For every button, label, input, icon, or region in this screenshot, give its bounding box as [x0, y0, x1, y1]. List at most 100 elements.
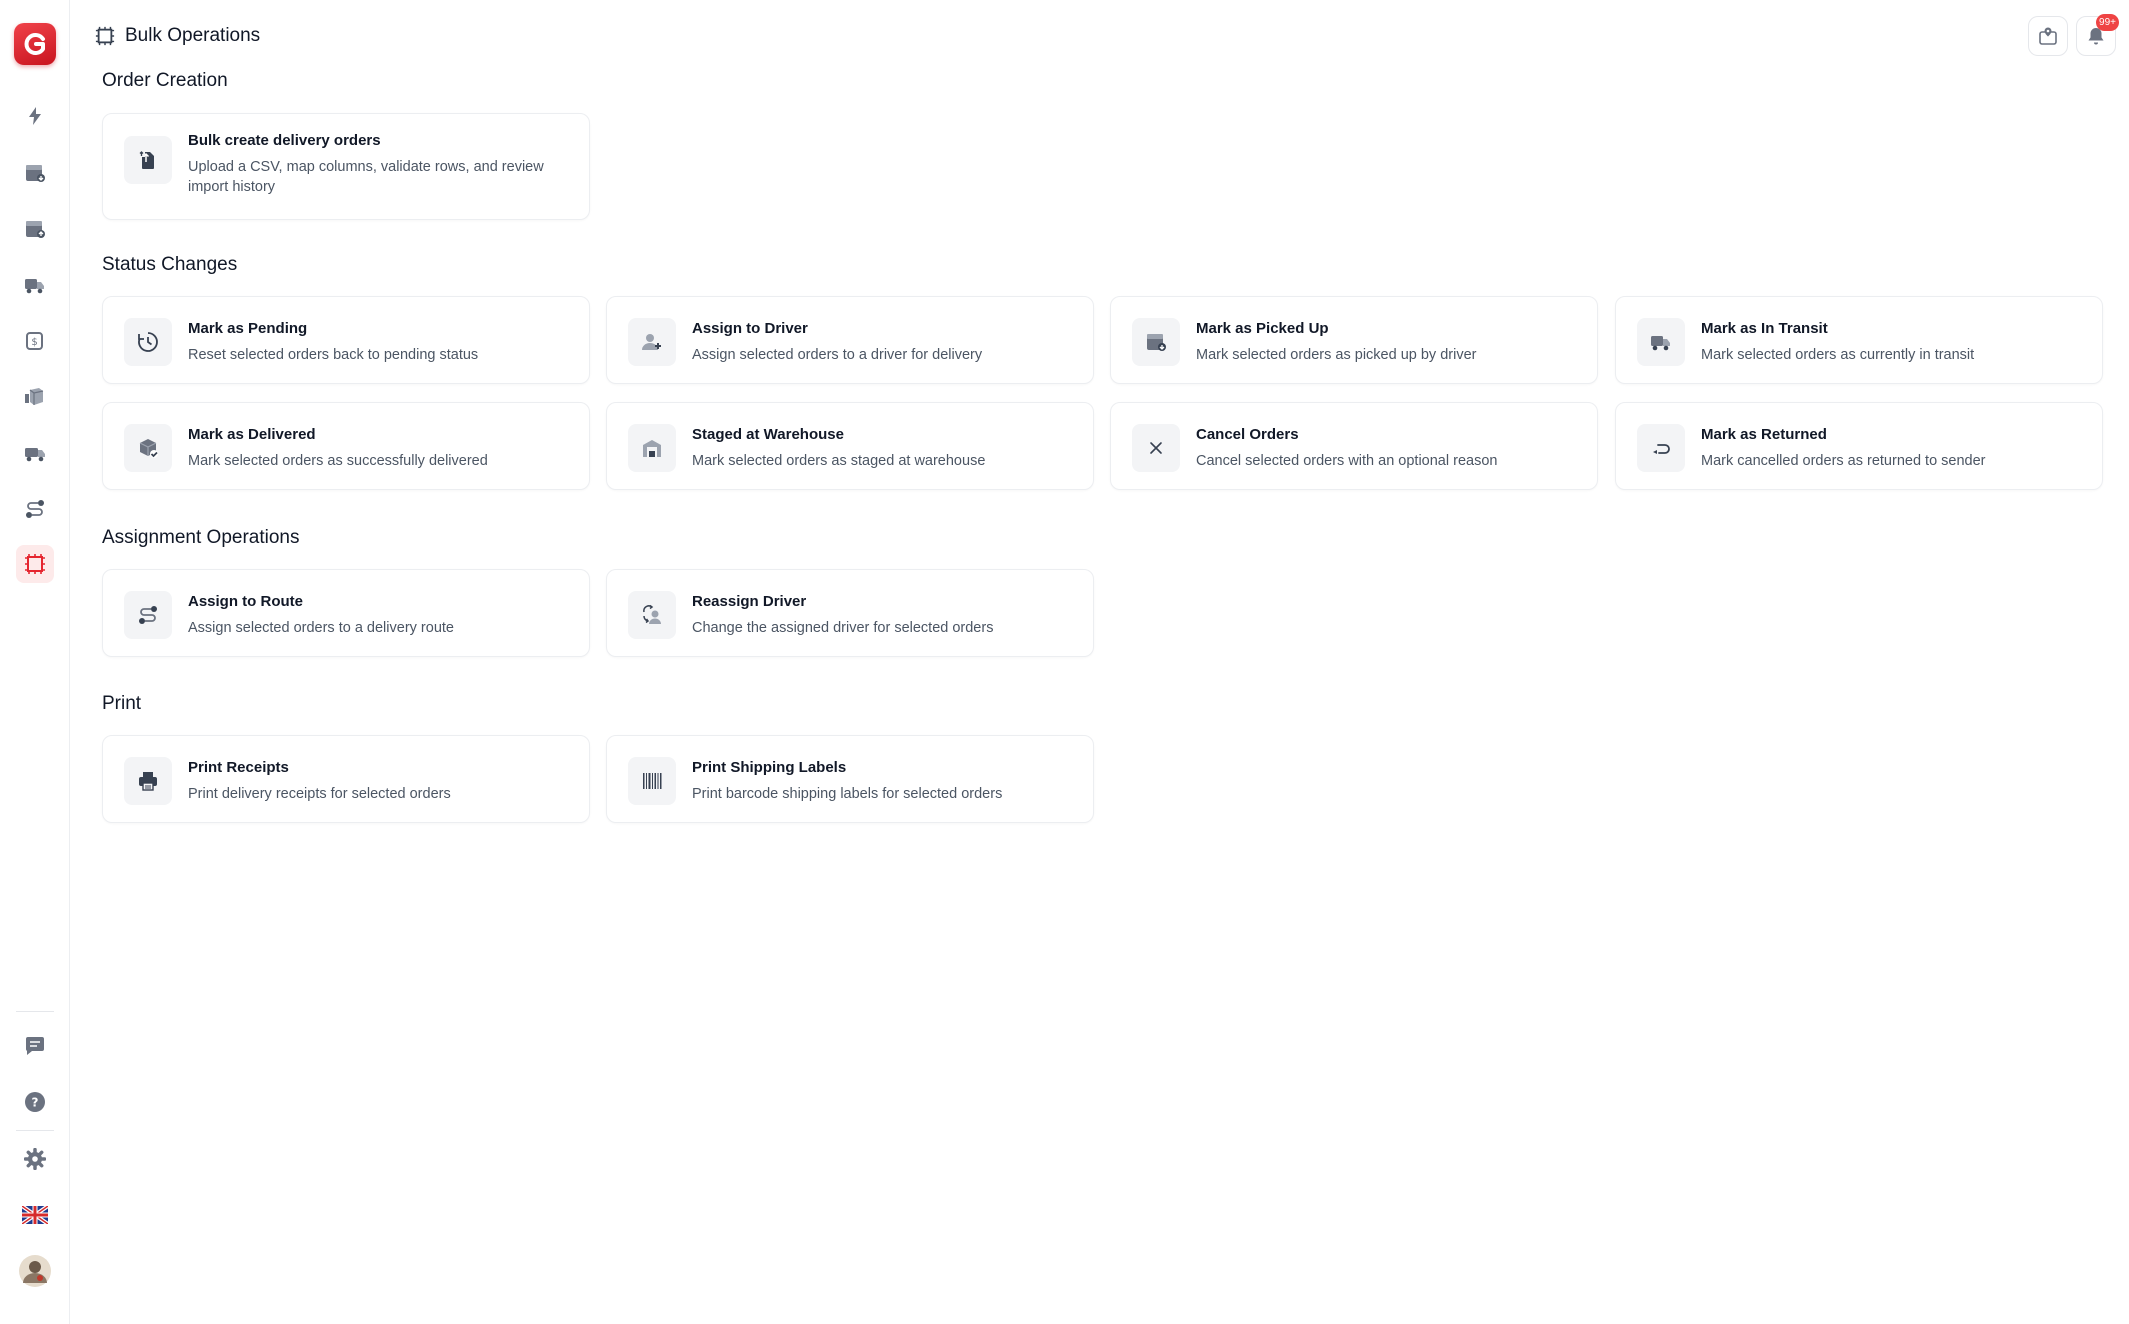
card-title: Mark as Delivered — [188, 426, 316, 443]
nav-fleet[interactable] — [16, 434, 54, 472]
notification-badge: 99+ — [2096, 14, 2119, 31]
card-mark-as-picked-up[interactable]: Mark as Picked Up Mark selected orders a… — [1110, 296, 1598, 384]
boxes-icon — [25, 388, 44, 405]
card-staged-at-warehouse[interactable]: Staged at Warehouse Mark selected orders… — [606, 402, 1094, 490]
card-icon — [628, 318, 676, 366]
card-description: Assign selected orders to a delivery rou… — [188, 620, 454, 636]
nav-lightning[interactable] — [16, 97, 54, 135]
nav-routes[interactable] — [16, 490, 54, 528]
clock-icon — [138, 332, 158, 352]
card-title: Mark as In Transit — [1701, 320, 1828, 337]
card-print-shipping-labels[interactable]: Print Shipping Labels Print barcode ship… — [606, 735, 1094, 823]
card-icon — [628, 591, 676, 639]
nav-chat[interactable] — [16, 1027, 54, 1065]
card-title: Assign to Route — [188, 593, 303, 610]
lightning-icon — [29, 107, 41, 125]
card-mark-as-returned[interactable]: Mark as Returned Mark cancelled orders a… — [1615, 402, 2103, 490]
close-icon — [1150, 442, 1162, 454]
package-pickup-icon — [1147, 334, 1166, 351]
card-icon — [1132, 424, 1180, 472]
section-title-order-creation: Order Creation — [102, 70, 228, 91]
card-title: Mark as Pending — [188, 320, 308, 337]
nav-shipments[interactable] — [16, 266, 54, 304]
route-icon — [26, 500, 44, 518]
section-title-assignment-operations: Assignment Operations — [102, 527, 300, 548]
help-icon: ? — [25, 1092, 45, 1112]
card-icon — [124, 424, 172, 472]
nav-inventory[interactable] — [16, 378, 54, 416]
sidebar-divider — [16, 1130, 54, 1131]
card-assign-to-driver[interactable]: Assign to Driver Assign selected orders … — [606, 296, 1094, 384]
card-icon — [628, 424, 676, 472]
card-assign-to-route[interactable]: Assign to Route Assign selected orders t… — [102, 569, 590, 657]
sidebar-divider — [16, 1011, 54, 1012]
card-description: Upload a CSV, map columns, validate rows… — [188, 159, 544, 195]
uk-flag-icon — [22, 1206, 48, 1224]
gear-icon — [24, 1148, 46, 1170]
card-print-receipts[interactable]: Print Receipts Print delivery receipts f… — [102, 735, 590, 823]
nav-outbound[interactable] — [16, 210, 54, 248]
card-description: Change the assigned driver for selected … — [692, 620, 994, 636]
page-title: Bulk Operations — [125, 25, 261, 46]
card-bulk-create-orders[interactable]: Bulk create delivery orders Upload a CSV… — [102, 113, 590, 220]
page-header: Bulk Operations — [95, 22, 260, 50]
card-reassign-driver[interactable]: Reassign Driver Change the assigned driv… — [606, 569, 1094, 657]
card-description: Print barcode shipping labels for select… — [692, 786, 1003, 802]
card-icon — [124, 591, 172, 639]
route-icon — [139, 606, 157, 624]
box-out-icon — [26, 221, 45, 238]
card-mark-as-delivered[interactable]: Mark as Delivered Mark selected orders a… — [102, 402, 590, 490]
card-mark-as-in-transit[interactable]: Mark as In Transit Mark selected orders … — [1615, 296, 2103, 384]
card-title: Mark as Returned — [1701, 426, 1827, 443]
user-plus-icon — [642, 334, 661, 350]
card-description: Mark selected orders as picked up by dri… — [1196, 347, 1477, 363]
bulk-operations-icon — [95, 26, 115, 46]
card-description: Mark selected orders as successfully del… — [188, 453, 488, 469]
card-description: Mark selected orders as currently in tra… — [1701, 347, 1975, 363]
card-icon — [124, 757, 172, 805]
user-swap-icon — [643, 604, 661, 624]
nav-inbound[interactable] — [16, 154, 54, 192]
section-title-print: Print — [102, 693, 142, 714]
upload-file-icon — [139, 151, 154, 169]
package-check-icon — [139, 439, 158, 458]
printer-icon — [139, 772, 157, 791]
truck-icon — [1651, 336, 1670, 351]
sidebar: $ ? — [0, 0, 70, 1324]
card-title: Print Shipping Labels — [692, 759, 847, 776]
card-icon — [124, 318, 172, 366]
card-title: Assign to Driver — [692, 320, 808, 337]
nav-bulk-operations[interactable] — [16, 545, 54, 583]
nav-settings[interactable] — [16, 1140, 54, 1178]
truck-icon — [25, 279, 44, 294]
warehouse-icon — [643, 440, 661, 457]
card-title: Reassign Driver — [692, 593, 807, 610]
app-logo[interactable] — [14, 23, 56, 65]
card-icon — [124, 136, 172, 184]
nav-cod[interactable]: $ — [16, 322, 54, 360]
delivery-van-icon — [25, 448, 45, 462]
bulk-operations-icon — [25, 554, 45, 574]
nav-help[interactable]: ? — [16, 1083, 54, 1121]
card-description: Mark selected orders as staged at wareho… — [692, 453, 986, 469]
logo-g-icon — [24, 33, 45, 55]
card-mark-as-pending[interactable]: Mark as Pending Reset selected orders ba… — [102, 296, 590, 384]
return-arrow-icon — [1653, 444, 1670, 454]
card-cancel-orders[interactable]: Cancel Orders Cancel selected orders wit… — [1110, 402, 1598, 490]
map-pin-icon — [2039, 27, 2057, 45]
notifications-button[interactable]: 99+ — [2076, 14, 2119, 56]
svg-text:$: $ — [31, 337, 37, 348]
map-tracking-button[interactable] — [2028, 16, 2068, 56]
card-description: Assign selected orders to a driver for d… — [692, 347, 983, 363]
box-in-icon — [26, 165, 45, 182]
card-icon — [1637, 424, 1685, 472]
barcode-icon — [643, 773, 662, 789]
card-title: Staged at Warehouse — [692, 426, 844, 443]
user-avatar[interactable] — [16, 1252, 54, 1290]
nav-language[interactable] — [16, 1196, 54, 1234]
card-title: Print Receipts — [188, 759, 289, 776]
card-title: Mark as Picked Up — [1196, 320, 1329, 337]
avatar — [19, 1255, 51, 1287]
card-description: Reset selected orders back to pending st… — [188, 347, 479, 363]
card-description: Mark cancelled orders as returned to sen… — [1701, 453, 1986, 469]
